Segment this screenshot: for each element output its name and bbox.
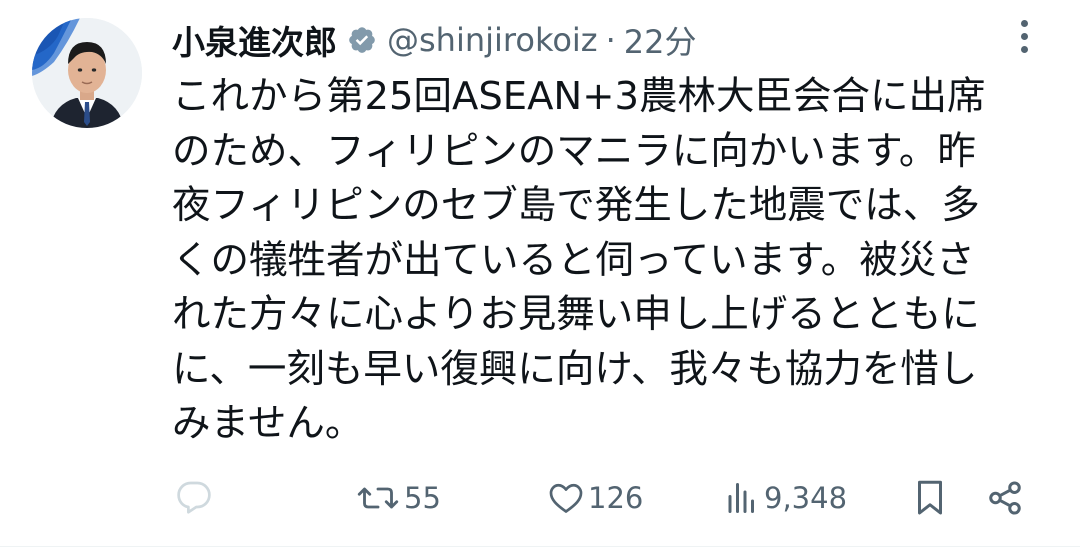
retweet-icon (357, 487, 399, 509)
reply-button[interactable] (176, 476, 216, 520)
share-button[interactable] (986, 476, 1024, 520)
retweet-count: 55 (404, 481, 441, 515)
more-options-icon[interactable] (1013, 20, 1035, 60)
separator-dot: · (605, 21, 616, 59)
like-count: 126 (588, 481, 644, 515)
retweet-button[interactable]: 55 (356, 476, 441, 520)
share-icon (989, 481, 1021, 515)
like-button[interactable]: 126 (548, 476, 643, 520)
tweet-header: 小泉進次郎 @shinjirokoiz · 22分 (172, 14, 697, 66)
tweet-timestamp[interactable]: 22分 (624, 17, 697, 63)
reply-icon (177, 481, 211, 514)
views-icon (728, 483, 754, 513)
tweet-card[interactable]: 小泉進次郎 @shinjirokoiz · 22分 これから第25回ASEAN+… (0, 0, 1080, 553)
views-count: 9,348 (764, 481, 848, 515)
author-name[interactable]: 小泉進次郎 (172, 16, 337, 64)
bookmark-button[interactable] (912, 476, 948, 520)
views-button[interactable]: 9,348 (724, 476, 847, 520)
verified-badge-icon (347, 25, 377, 55)
author-handle[interactable]: @shinjirokoiz (387, 21, 598, 59)
heart-icon (549, 483, 583, 513)
tweet-text: これから第25回ASEAN+3農林大臣会合に出席 のため、フィリピンのマニラに向… (172, 74, 986, 446)
bookmark-icon (918, 480, 942, 515)
divider (0, 546, 1080, 547)
avatar-photo (32, 18, 142, 128)
tweet-actions: 55 126 9,348 (0, 470, 1080, 526)
avatar[interactable] (32, 18, 142, 128)
